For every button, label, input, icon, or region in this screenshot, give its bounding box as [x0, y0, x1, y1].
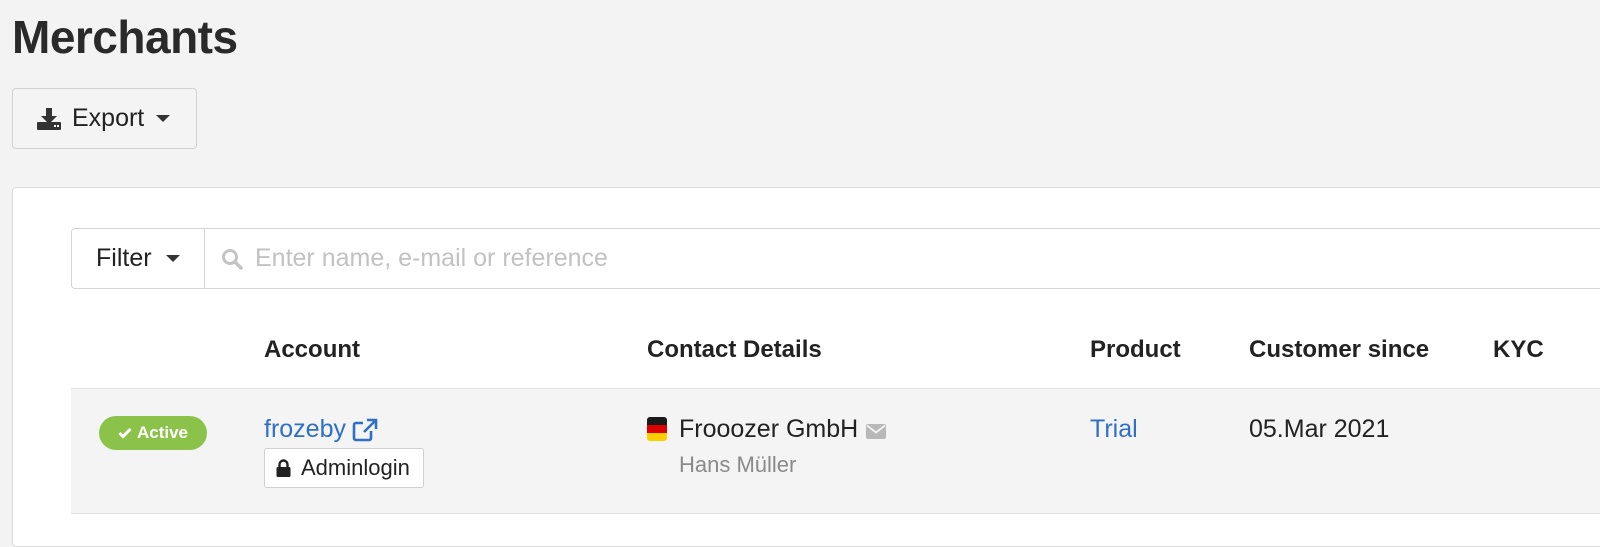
search-wrap	[205, 229, 1600, 288]
column-header-product[interactable]: Product	[1090, 336, 1181, 364]
customer-since: 05.Mar 2021	[1249, 415, 1390, 443]
export-label: Export	[72, 104, 145, 132]
external-link-icon	[352, 418, 378, 441]
account-name: frozeby	[264, 415, 346, 443]
check-icon	[118, 427, 132, 439]
column-header-account[interactable]: Account	[264, 336, 360, 364]
search-input[interactable]	[255, 244, 1355, 273]
download-icon	[37, 107, 61, 130]
status-badge: Active	[99, 416, 207, 450]
filter-label: Filter	[96, 244, 152, 272]
status-label: Active	[136, 423, 189, 442]
contact-person: Hans Müller	[679, 452, 797, 477]
column-header-customer-since[interactable]: Customer since	[1249, 336, 1429, 364]
product-link[interactable]: Trial	[1090, 415, 1138, 444]
column-header-contact-details[interactable]: Contact Details	[647, 336, 822, 364]
adminlogin-button[interactable]: Adminlogin	[264, 448, 424, 488]
merchants-panel: Filter Account Contact Details Product C…	[12, 187, 1600, 547]
export-button[interactable]: Export	[12, 88, 197, 149]
page-title: Merchants	[12, 11, 238, 63]
germany-flag-icon	[647, 417, 667, 441]
chevron-down-icon	[165, 255, 180, 262]
search-icon	[222, 248, 243, 270]
account-link[interactable]: frozeby	[264, 415, 378, 444]
adminlogin-label: Adminlogin	[301, 455, 410, 480]
envelope-icon[interactable]	[866, 423, 887, 439]
filter-dropdown-button[interactable]: Filter	[72, 229, 205, 288]
chevron-down-icon	[156, 115, 171, 122]
column-header-kyc[interactable]: KYC	[1493, 336, 1544, 364]
table-row: Active frozeby Adminlogin Frooozer GmbH	[71, 388, 1600, 514]
filter-bar: Filter	[71, 228, 1600, 289]
lock-icon	[276, 459, 291, 477]
company-label: Frooozer GmbH	[679, 415, 859, 443]
company-name: Frooozer GmbH	[679, 415, 887, 444]
